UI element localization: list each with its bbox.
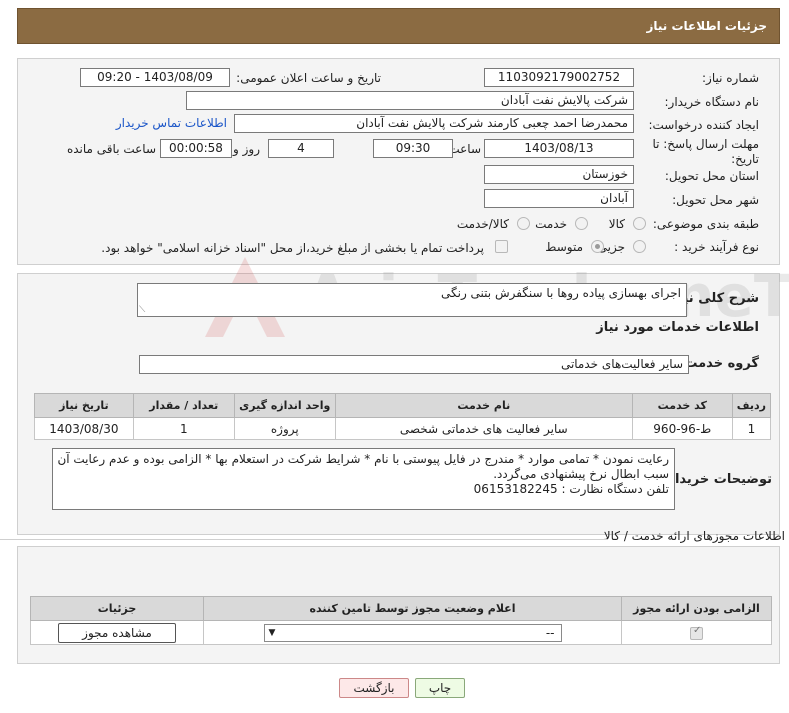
creator-label: ایجاد کننده درخواست: <box>648 118 759 132</box>
remaining-label: ساعت باقی مانده <box>66 142 156 156</box>
chevron-down-icon: ▼ <box>268 627 276 638</box>
days-label: روز و <box>233 142 260 156</box>
page-title: جزئیات اطلاعات نیاز <box>646 19 767 33</box>
service-group-field: سایر فعالیت‌های خدماتی <box>139 355 689 374</box>
col-service-code: کد خدمت <box>631 393 733 418</box>
page-header: جزئیات اطلاعات نیاز <box>17 8 780 44</box>
cell-row: 1 <box>731 417 772 440</box>
category-goods-service-label: کالا/خدمت <box>456 217 509 231</box>
buyer-notes-field: رعایت نمودن * تمامی موارد * مندرج در فای… <box>52 448 675 510</box>
category-goods-label: کالا <box>608 217 625 231</box>
col-permit-required: الزامی بودن ارائه مجوز <box>621 596 772 621</box>
category-goods-service-radio[interactable] <box>517 217 530 230</box>
col-need-date: تاریخ نیاز <box>34 393 134 418</box>
city-field: آبادان <box>484 189 634 208</box>
city-label: شهر محل تحویل: <box>672 193 759 207</box>
category-goods-radio[interactable] <box>633 217 646 230</box>
back-button[interactable]: بازگشت <box>339 678 409 698</box>
buyer-notes-label: توضیحات خریدار: <box>662 472 772 487</box>
need-number-field: 1103092179002752 <box>484 68 634 87</box>
cell-service-code: ط-96-960 <box>631 417 733 440</box>
permit-status-select[interactable]: -- ▼ <box>263 623 562 642</box>
buyer-org-label: نام دستگاه خریدار: <box>664 95 760 109</box>
col-permit-details: جزئیات <box>30 596 204 621</box>
buyer-notes-line-2: سبب ابطال نرخ پیشنهادی می‌گردد. <box>493 467 669 481</box>
permits-section-title: اطلاعات مجوزهای ارائه خدمت / کالا <box>603 529 785 543</box>
summary-field: اجرای بهسازی پیاده روها با سنگفرش بتنی ر… <box>137 283 687 317</box>
category-service-radio[interactable] <box>575 217 588 230</box>
deadline-label: مهلت ارسال پاسخ: تا تاریخ: <box>652 137 759 166</box>
announce-field: 1403/08/09 - 09:20 <box>80 68 230 87</box>
services-heading: اطلاعات خدمات مورد نیاز <box>596 320 759 335</box>
view-permit-button[interactable]: مشاهده مجوز <box>58 622 176 643</box>
buyer-contact-link[interactable]: اطلاعات تماس خریدار <box>116 116 227 130</box>
deadline-date-field: 1403/08/13 <box>484 139 634 158</box>
deadline-time-field: 09:30 <box>373 139 453 158</box>
col-row: ردیف <box>731 393 772 418</box>
cell-service-name: سایر فعالیت های خدماتی شخصی <box>334 417 633 440</box>
need-number-label: شماره نیاز: <box>702 71 759 85</box>
permits-divider <box>0 539 607 540</box>
permit-required-checkbox[interactable]: ✓ <box>690 625 703 640</box>
permit-status-value: -- <box>545 625 555 640</box>
deadline-time-label: ساعت <box>448 142 481 156</box>
print-button[interactable]: چاپ <box>415 678 465 698</box>
creator-field: محمدرضا احمد چعبی کارمند شرکت پالایش نفت… <box>234 114 634 133</box>
col-permit-status: اعلام وضعیت مجوز توسط تامین کننده <box>203 596 622 621</box>
cell-need-date: 1403/08/30 <box>34 417 134 440</box>
category-label: طبقه بندی موضوعی: <box>652 217 759 231</box>
buyer-notes-line-3: تلفن دستگاه نظارت : 06153182245 <box>473 482 669 496</box>
summary-resize-handle-icon[interactable]: ⟋ <box>139 305 145 315</box>
buyer-org-field: شرکت پالایش نفت آبادان <box>186 91 634 110</box>
col-unit: واحد اندازه گیری <box>233 393 336 418</box>
col-service-name: نام خدمت <box>334 393 633 418</box>
remaining-time-field: 00:00:58 <box>160 139 232 158</box>
province-label: استان محل تحویل: <box>664 169 759 183</box>
table-row: ✓ -- ▼ مشاهده مجوز <box>30 620 772 645</box>
permits-table: الزامی بودن ارائه مجوز اعلام وضعیت مجوز … <box>30 596 772 645</box>
buyer-notes-line-1: رعایت نمودن * تمامی موارد * مندرج در فای… <box>58 452 669 466</box>
announce-label: تاریخ و ساعت اعلان عمومی: <box>236 71 381 85</box>
days-field: 4 <box>268 139 334 158</box>
cell-unit: پروژه <box>233 417 336 440</box>
services-table: ردیف کد خدمت نام خدمت واحد اندازه گیری ت… <box>34 393 772 440</box>
province-field: خوزستان <box>484 165 634 184</box>
service-group-label: گروه خدمت: <box>679 356 759 371</box>
category-service-label: خدمت <box>535 217 567 231</box>
table-row: 1 ط-96-960 سایر فعالیت های خدماتی شخصی پ… <box>34 417 772 440</box>
col-quantity: تعداد / مقدار <box>132 393 235 418</box>
cell-quantity: 1 <box>132 417 235 440</box>
